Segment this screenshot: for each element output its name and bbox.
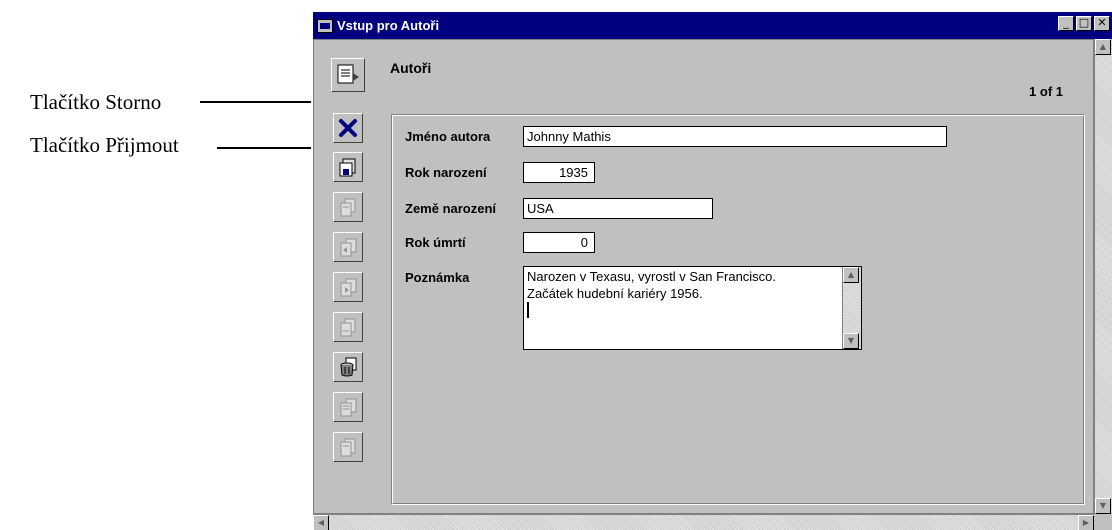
note-scroll-up-icon[interactable]: ▲ [843,267,859,283]
note-line-1: Narozen v Texasu, vyrostl v San Francisc… [527,269,777,284]
birth-country-field[interactable]: USA [523,198,713,219]
note-line-2: Začátek hudební kariéry 1956. [527,286,703,301]
accept-icon [339,158,356,177]
birth-country-label: Země narození [405,201,497,216]
cancel-button[interactable] [333,113,363,143]
last-record-icon [340,318,356,337]
author-name-label: Jméno autora [405,129,491,144]
form-client-area: Autoři 1 of 1 Jméno autora Johnny Mathis… [313,39,1094,514]
new-record-icon [340,398,357,417]
callout-accept-line [217,147,312,149]
birth-year-label: Rok narození [405,165,487,180]
cancel-icon [339,119,357,137]
screen: Tlačítko Storno Tlačítko Přijmout Vstup … [0,0,1112,530]
previous-record-button[interactable] [333,232,363,262]
note-textarea[interactable]: Narozen v Texasu, vyrostl v San Francisc… [523,266,862,350]
form-panel: Jméno autora Johnny Mathis Rok narození … [391,114,1085,505]
scroll-up-icon[interactable]: ▲ [1095,39,1111,55]
death-year-field[interactable]: 0 [523,232,595,253]
text-caret [527,302,529,318]
maximize-button[interactable]: □ [1076,16,1092,31]
title-bar[interactable]: Vstup pro Autoři _ □ ✕ [313,12,1112,39]
form-panel-inner: Jméno autora Johnny Mathis Rok narození … [392,115,1084,504]
accept-button[interactable] [333,152,363,182]
scroll-right-icon[interactable]: ▶ [1078,515,1094,530]
callout-cancel-line [200,101,312,103]
note-label: Poznámka [405,270,470,285]
form-title: Autoři [390,60,432,76]
first-record-button[interactable] [333,192,363,222]
print-icon [340,438,356,457]
note-scroll-down-icon[interactable]: ▼ [843,333,859,349]
print-button[interactable] [333,432,363,462]
form-icon [337,64,359,84]
author-name-field[interactable]: Johnny Mathis [523,126,947,147]
window-title: Vstup pro Autoři [337,18,440,33]
minimize-button[interactable]: _ [1058,16,1074,31]
birth-year-field[interactable]: 1935 [523,162,595,183]
window-controls: _ □ ✕ [1058,16,1110,31]
previous-record-icon [340,238,357,257]
last-record-button[interactable] [333,312,363,342]
app-icon[interactable] [317,18,333,33]
new-record-button[interactable] [333,392,363,422]
note-scrollbar[interactable]: ▲ ▼ [842,267,861,349]
delete-record-button[interactable] [333,352,363,382]
record-counter: 1 of 1 [1029,84,1063,99]
next-record-button[interactable] [333,272,363,302]
first-record-icon [340,198,356,217]
close-button[interactable]: ✕ [1094,16,1110,31]
delete-record-icon [340,357,357,377]
scroll-left-icon[interactable]: ◀ [313,515,329,530]
resize-grip-icon[interactable] [1094,514,1112,530]
author-entry-window: Vstup pro Autoři _ □ ✕ Autoři 1 of 1 Jmé… [311,10,1112,530]
next-record-icon [340,278,357,297]
window-horizontal-scrollbar[interactable]: ◀ ▶ [313,514,1094,530]
record-toolbar [319,42,379,509]
death-year-label: Rok úmrtí [405,235,466,250]
callout-cancel-button: Tlačítko Storno [30,90,162,114]
window-vertical-scrollbar[interactable]: ▲ ▼ [1094,39,1112,514]
scroll-down-icon[interactable]: ▼ [1095,498,1111,514]
form-view-button[interactable] [331,58,365,92]
callout-accept-button: Tlačítko Přijmout [30,133,179,157]
